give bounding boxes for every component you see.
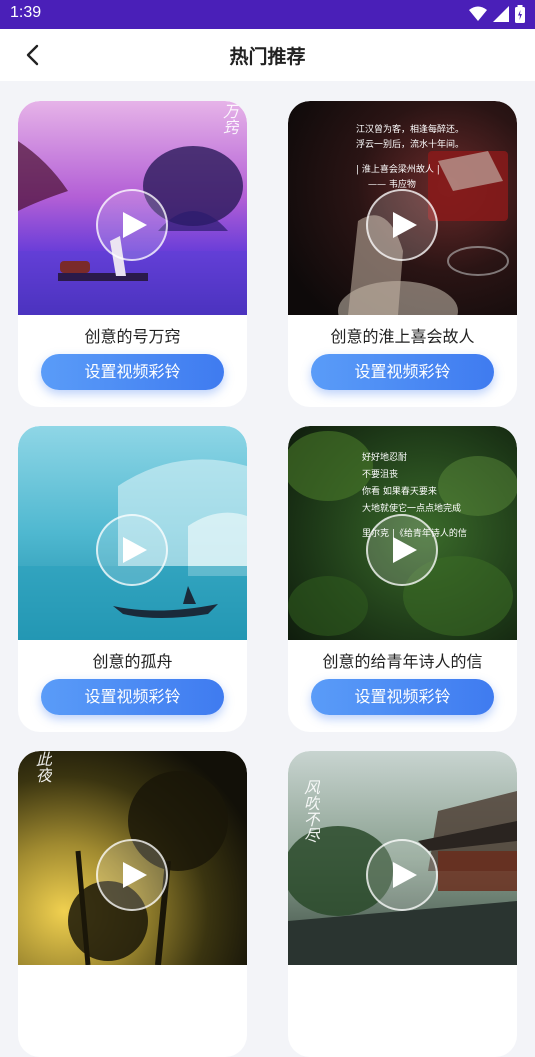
signal-icon <box>493 6 509 22</box>
play-icon <box>393 537 417 563</box>
play-icon <box>123 537 147 563</box>
video-title: 创意的给青年诗人的信 <box>322 652 483 671</box>
video-card[interactable]: 风吹不尽 <box>288 751 517 1057</box>
page-title: 热门推荐 <box>229 47 306 68</box>
video-thumbnail[interactable]: 江汉曾为客，相逢每醉还。 浮云一别后，流水十年间。 | 淮上喜会梁州故人 | —… <box>288 101 517 315</box>
poem-overlay: 江汉曾为客，相逢每醉还。 浮云一别后，流水十年间。 | 淮上喜会梁州故人 | —… <box>356 123 464 193</box>
status-time: 1:39 <box>10 4 42 21</box>
video-card[interactable]: 好好地忍耐 不要沮丧 你看 如果春天要来 大地就使它一点点地完成 里尔克 |《给… <box>288 426 517 732</box>
poem-overlay-text: 风吹不尽 <box>301 779 320 843</box>
play-icon <box>123 212 147 238</box>
wifi-icon <box>469 6 487 21</box>
set-ringtone-button[interactable]: 设置视频彩铃 <box>41 354 224 390</box>
poem-overlay-text: 此夜 <box>33 751 52 783</box>
poem-line: 江汉曾为客，相逢每醉还。 <box>356 125 465 135</box>
poem-line: 好好地忍耐 <box>362 453 408 463</box>
poem-line: —— 韦应物 <box>368 180 416 190</box>
poem-line: | 淮上喜会梁州故人 | <box>356 165 440 175</box>
poem-line: 浮云一别后，流水十年间。 <box>356 140 465 150</box>
battery-icon <box>515 5 525 23</box>
video-card[interactable]: 万窍 创意的号万窍 设置视频彩铃 <box>18 101 247 407</box>
play-button[interactable] <box>366 514 438 586</box>
play-icon <box>393 862 417 888</box>
video-thumbnail[interactable]: 万窍 <box>18 101 247 315</box>
video-title: 创意的号万窍 <box>84 327 181 346</box>
play-button[interactable] <box>366 189 438 261</box>
video-thumbnail[interactable]: 此夜 <box>18 751 247 965</box>
play-icon <box>123 862 147 888</box>
poem-line: 不要沮丧 <box>362 470 399 480</box>
status-bar: 1:39 <box>0 0 535 29</box>
play-button[interactable] <box>96 514 168 586</box>
poem-overlay-text: 万窍 <box>220 103 239 135</box>
poem-line: 你看 如果春天要来 <box>362 487 437 497</box>
video-title: 创意的淮上喜会故人 <box>330 327 475 346</box>
video-title: 创意的孤舟 <box>92 652 173 671</box>
video-card[interactable]: 此夜 <box>18 751 247 1057</box>
set-ringtone-button[interactable]: 设置视频彩铃 <box>311 354 494 390</box>
top-app-bar: 热门推荐 <box>0 29 535 81</box>
video-thumbnail[interactable] <box>18 426 247 640</box>
video-card[interactable]: 创意的孤舟 设置视频彩铃 <box>18 426 247 732</box>
play-button[interactable] <box>96 839 168 911</box>
video-thumbnail[interactable]: 好好地忍耐 不要沮丧 你看 如果春天要来 大地就使它一点点地完成 里尔克 |《给… <box>288 426 517 640</box>
play-button[interactable] <box>96 189 168 261</box>
set-ringtone-button[interactable]: 设置视频彩铃 <box>41 679 224 715</box>
status-icons <box>469 5 525 23</box>
play-icon <box>393 212 417 238</box>
video-card[interactable]: 江汉曾为客，相逢每醉还。 浮云一别后，流水十年间。 | 淮上喜会梁州故人 | —… <box>288 101 517 407</box>
video-thumbnail[interactable]: 风吹不尽 <box>288 751 517 965</box>
set-ringtone-button[interactable]: 设置视频彩铃 <box>311 679 494 715</box>
play-button[interactable] <box>366 839 438 911</box>
